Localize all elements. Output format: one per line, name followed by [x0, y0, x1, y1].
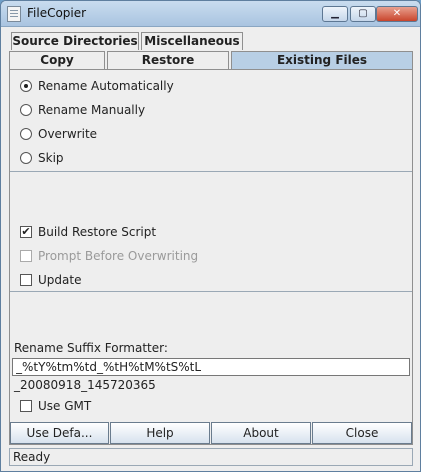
checkbox-icon — [20, 250, 32, 262]
title-bar[interactable]: FileCopier ▁ ▢ ✕ — [1, 1, 420, 27]
rename-suffix-label: Rename Suffix Formatter: — [14, 341, 168, 355]
about-button[interactable]: About — [211, 422, 311, 444]
checkbox-label: Prompt Before Overwriting — [38, 249, 199, 263]
rename-suffix-input[interactable] — [12, 358, 410, 376]
tab-source-directories[interactable]: Source Directories — [11, 32, 139, 50]
filecopier-window: FileCopier ▁ ▢ ✕ Source Directories Misc… — [0, 0, 421, 472]
checkbox-icon — [20, 400, 32, 412]
tab-existing-files[interactable]: Existing Files — [231, 51, 413, 69]
tab-miscellaneous[interactable]: Miscellaneous — [141, 32, 243, 50]
tab-copy[interactable]: Copy — [9, 51, 105, 69]
section-divider — [10, 291, 412, 292]
status-bar: Ready — [9, 448, 413, 466]
checkbox-label: Use GMT — [38, 399, 92, 413]
checkbox-icon — [20, 274, 32, 286]
radio-icon — [20, 152, 32, 164]
suffix-preview: _20080918_145720365 — [14, 378, 156, 392]
tab-restore[interactable]: Restore — [107, 51, 229, 69]
checkbox-label: Build Restore Script — [38, 225, 157, 239]
checkmark-icon: ✔ — [20, 225, 32, 238]
document-icon — [7, 6, 21, 22]
section-divider — [10, 171, 412, 172]
option-label: Skip — [38, 151, 64, 165]
maximize-button[interactable]: ▢ — [350, 6, 376, 22]
radio-icon — [20, 128, 32, 140]
use-defaults-button[interactable]: Use Defa... — [10, 422, 109, 444]
radio-icon — [20, 104, 32, 116]
existing-files-panel: Rename Automatically Rename Manually Ove… — [9, 69, 413, 445]
checkbox-label: Update — [38, 273, 82, 287]
minimize-button[interactable]: ▁ — [322, 6, 348, 22]
radio-selected-icon — [20, 80, 32, 92]
close-button[interactable]: Close — [312, 422, 412, 444]
window-title: FileCopier — [27, 6, 87, 20]
option-label: Rename Manually — [38, 103, 146, 117]
option-label: Rename Automatically — [38, 79, 174, 93]
help-button[interactable]: Help — [110, 422, 210, 444]
close-window-button[interactable]: ✕ — [376, 6, 418, 22]
option-label: Overwrite — [38, 127, 98, 141]
